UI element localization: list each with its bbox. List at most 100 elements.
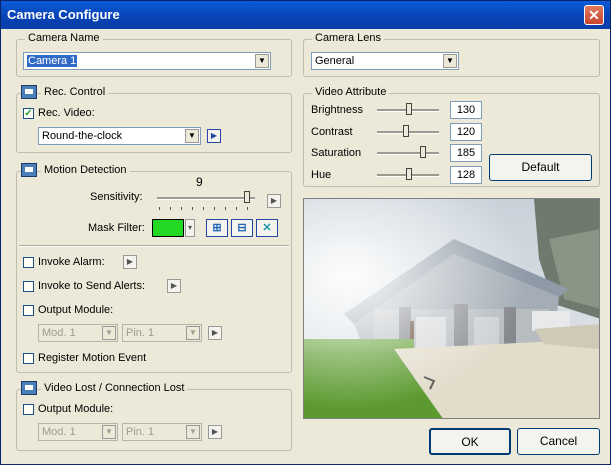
- tick-mark: [214, 207, 215, 210]
- invoke-alerts-checkbox[interactable]: [23, 281, 34, 292]
- camera-lens-select[interactable]: General ▼: [311, 52, 459, 70]
- sensitivity-value: 9: [196, 175, 203, 189]
- sensitivity-slider[interactable]: [157, 197, 255, 200]
- tick-mark: [192, 207, 193, 210]
- sensitivity-label: Sensitivity:: [90, 191, 143, 203]
- camera-preview-image: [304, 199, 599, 418]
- saturation-slider-thumb[interactable]: [420, 146, 426, 158]
- mask-filter-label: Mask Filter:: [88, 222, 145, 234]
- default-button[interactable]: Default: [489, 154, 592, 181]
- video-lost-mod-select[interactable]: Mod. 1 ▼: [38, 423, 118, 441]
- saturation-label: Saturation: [311, 147, 362, 159]
- mask-remove-button[interactable]: ⊟: [231, 219, 253, 237]
- rec-schedule-value: Round-the-clock: [42, 130, 123, 142]
- camera-configure-dialog: Camera Configure ✕ Camera Name Camera 1 …: [0, 0, 611, 465]
- chevron-down-icon[interactable]: ▼: [186, 326, 200, 340]
- camera-icon: [21, 85, 37, 99]
- mask-clear-button[interactable]: ✕: [256, 219, 278, 237]
- tick-mark: [225, 207, 226, 210]
- register-motion-event-checkbox[interactable]: [23, 353, 34, 364]
- motion-pin-value: Pin. 1: [126, 327, 155, 339]
- tick-mark: [247, 207, 248, 210]
- chevron-down-icon[interactable]: ▼: [255, 54, 269, 68]
- saturation-value-box[interactable]: 185: [450, 144, 482, 162]
- motion-output-button[interactable]: ▶: [208, 326, 222, 340]
- chevron-down-icon[interactable]: ▼: [102, 425, 116, 439]
- rec-control-label: Rec. Control: [41, 86, 109, 98]
- contrast-value-box[interactable]: 120: [450, 123, 482, 141]
- mask-color-swatch[interactable]: [152, 219, 184, 237]
- tick-mark: [170, 207, 171, 210]
- rec-schedule-select[interactable]: Round-the-clock ▼: [38, 127, 201, 145]
- sensitivity-button[interactable]: ▶: [267, 194, 281, 208]
- title-bar: Camera Configure ✕: [1, 1, 610, 29]
- arrow-right-icon: ▶: [126, 257, 134, 266]
- chevron-down-icon[interactable]: ▼: [102, 326, 116, 340]
- motion-output-module-label: Output Module:: [38, 304, 114, 316]
- contrast-value: 120: [456, 126, 476, 138]
- arrow-right-icon: ▶: [170, 281, 178, 290]
- video-lost-group: [16, 389, 292, 451]
- arrow-right-icon: ▶: [270, 196, 278, 205]
- saturation-slider[interactable]: [377, 152, 439, 155]
- motion-separator: [19, 245, 289, 247]
- invoke-alarm-label: Invoke Alarm:: [38, 256, 105, 268]
- invoke-alarm-checkbox[interactable]: [23, 257, 34, 268]
- video-lost-output-module-checkbox[interactable]: [23, 404, 34, 415]
- mask-add-button[interactable]: ⊞: [206, 219, 228, 237]
- video-lost-mod-value: Mod. 1: [42, 426, 76, 438]
- mask-color-dropdown[interactable]: ▾: [185, 219, 195, 237]
- chevron-down-icon: ▾: [187, 223, 192, 232]
- hue-label: Hue: [311, 169, 332, 181]
- brightness-slider-thumb[interactable]: [406, 103, 412, 115]
- tick-mark: [236, 207, 237, 210]
- video-lost-output-module-label: Output Module:: [38, 403, 114, 415]
- contrast-slider-thumb[interactable]: [403, 125, 409, 137]
- camera-lens-label: Camera Lens: [312, 32, 385, 44]
- camera-name-value: Camera 1: [27, 55, 78, 67]
- hue-value-box[interactable]: 128: [450, 166, 482, 184]
- camera-icon: [21, 381, 37, 395]
- clear-x-icon: ✕: [262, 222, 272, 234]
- rec-schedule-button[interactable]: ▶: [207, 129, 221, 143]
- motion-output-module-checkbox[interactable]: [23, 305, 34, 316]
- video-lost-pin-value: Pin. 1: [126, 426, 155, 438]
- arrow-right-icon: ▶: [211, 328, 219, 337]
- hue-value: 128: [456, 169, 476, 181]
- motion-mod-value: Mod. 1: [42, 327, 76, 339]
- camera-preview: [303, 198, 600, 419]
- chevron-down-icon[interactable]: ▼: [186, 425, 200, 439]
- window-title: Camera Configure: [7, 7, 120, 22]
- tick-mark: [159, 207, 160, 210]
- brightness-label: Brightness: [311, 104, 363, 116]
- motion-mod-select[interactable]: Mod. 1 ▼: [38, 324, 118, 342]
- arrow-right-icon: ▶: [210, 131, 218, 140]
- video-lost-label: Video Lost / Connection Lost: [41, 382, 188, 394]
- cancel-button[interactable]: Cancel: [517, 428, 600, 455]
- sensitivity-slider-thumb[interactable]: [244, 191, 250, 203]
- invoke-alarm-button[interactable]: ▶: [123, 255, 137, 269]
- hue-slider-thumb[interactable]: [406, 168, 412, 180]
- close-button[interactable]: ✕: [584, 5, 604, 25]
- invoke-alerts-button[interactable]: ▶: [167, 279, 181, 293]
- arrow-right-icon: ▶: [211, 427, 219, 436]
- register-motion-event-label: Register Motion Event: [38, 352, 147, 364]
- chevron-down-icon[interactable]: ▼: [443, 54, 457, 68]
- invoke-alerts-label: Invoke to Send Alerts:: [38, 280, 146, 292]
- saturation-value: 185: [456, 147, 476, 159]
- camera-name-select[interactable]: Camera 1 ▼: [23, 52, 271, 70]
- contrast-label: Contrast: [311, 126, 353, 138]
- rec-video-checkbox[interactable]: ✓: [23, 108, 34, 119]
- camera-lens-value: General: [315, 55, 355, 67]
- rec-video-label: Rec. Video:: [38, 107, 95, 119]
- video-lost-output-button[interactable]: ▶: [208, 425, 222, 439]
- brightness-value: 130: [456, 104, 476, 116]
- brightness-value-box[interactable]: 130: [450, 101, 482, 119]
- camera-icon: [21, 163, 37, 177]
- video-lost-pin-select[interactable]: Pin. 1 ▼: [122, 423, 202, 441]
- chevron-down-icon[interactable]: ▼: [185, 129, 199, 143]
- ok-button[interactable]: OK: [429, 428, 511, 455]
- video-attribute-label: Video Attribute: [312, 86, 390, 98]
- motion-pin-select[interactable]: Pin. 1 ▼: [122, 324, 202, 342]
- motion-detection-group: [16, 171, 292, 373]
